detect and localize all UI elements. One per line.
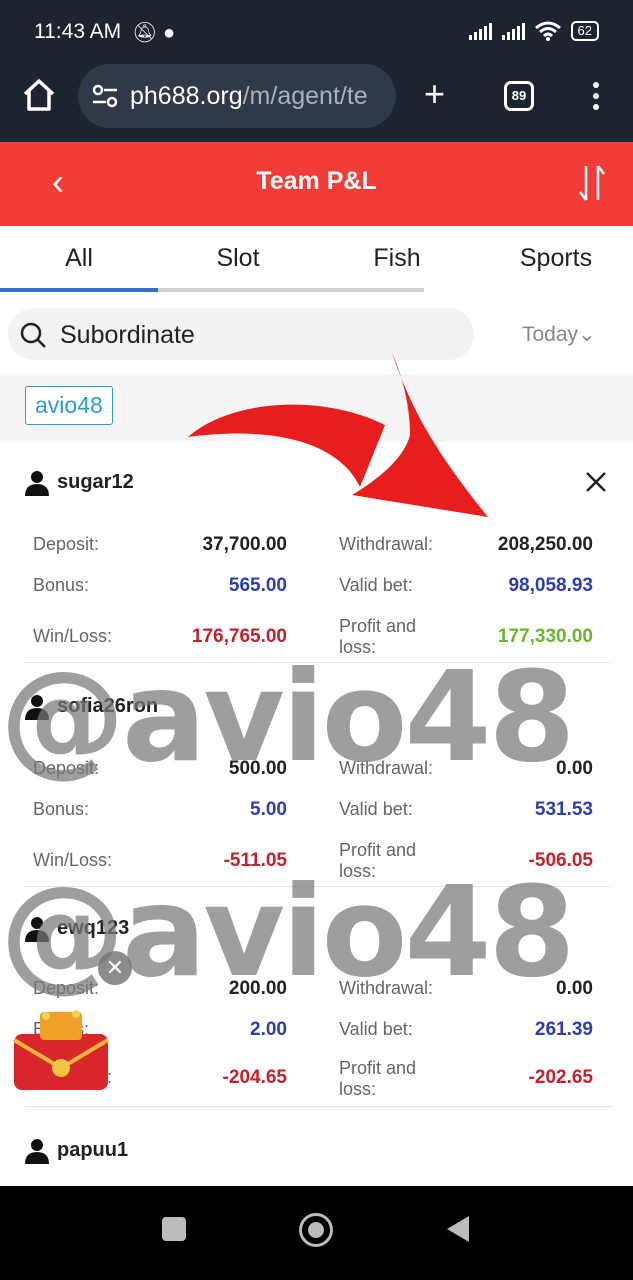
- profit-loss-value: -506.05: [528, 850, 593, 871]
- profit-loss-label: Profit and loss:: [339, 840, 416, 882]
- url-host: ph688.org: [130, 82, 243, 110]
- member-name: ewq123: [57, 917, 130, 939]
- win-loss-value: -511.05: [223, 850, 287, 871]
- search-input[interactable]: Subordinate: [8, 308, 474, 360]
- browser-toolbar: ph688.org/m/agent/te + 89: [0, 62, 633, 142]
- member-name: sugar12: [57, 471, 134, 493]
- bonus-value: 565.00: [228, 575, 287, 596]
- status-time: 11:43 AM: [34, 20, 122, 43]
- date-filter-label: Today: [522, 323, 579, 346]
- withdrawal-value: 0.00: [556, 758, 593, 779]
- user-icon: [25, 471, 49, 496]
- close-icon[interactable]: [584, 470, 608, 494]
- tab-sports[interactable]: Sports: [477, 244, 633, 273]
- profit-loss-label: Profit and loss:: [339, 616, 416, 658]
- win-loss-label: Win/Loss:: [33, 850, 113, 870]
- signal-icon: [468, 22, 492, 40]
- tab-fish[interactable]: Fish: [318, 244, 476, 273]
- withdrawal-label: Withdrawal:: [339, 534, 434, 554]
- profit-loss-label-line1: Profit and: [339, 616, 417, 636]
- profit-loss-value: -202.65: [528, 1067, 593, 1088]
- status-bar: 11:43 AM 🔕︎ ● 62: [0, 0, 633, 62]
- deposit-value: 500.00: [228, 758, 287, 779]
- search-icon: [20, 322, 46, 348]
- wifi-icon: [534, 21, 561, 41]
- address-bar[interactable]: ph688.org/m/agent/te: [78, 64, 396, 128]
- member-card: sugar12 Deposit: 37,700.00 Withdrawal: 2…: [0, 442, 633, 664]
- tab-slot[interactable]: Slot: [159, 244, 317, 273]
- profit-loss-value: 177,330.00: [497, 626, 593, 647]
- withdrawal-label: Withdrawal:: [339, 758, 434, 778]
- valid-bet-value: 531.53: [534, 799, 593, 820]
- back-button-icon[interactable]: [447, 1216, 469, 1242]
- recent-apps-icon[interactable]: [162, 1217, 186, 1241]
- member-name: papuu1: [57, 1139, 129, 1161]
- new-tab-icon[interactable]: +: [424, 76, 445, 112]
- profit-loss-label: Profit and loss:: [339, 1058, 416, 1100]
- status-indicators: 62: [468, 21, 599, 41]
- win-loss-value: -204.65: [222, 1067, 287, 1088]
- user-icon: [25, 917, 49, 942]
- win-loss-label: Win/Loss:: [33, 626, 113, 646]
- profit-loss-label-line2: loss:: [339, 861, 377, 881]
- valid-bet-label: Valid bet:: [339, 1019, 413, 1039]
- member-name: sofia26ron: [57, 695, 159, 717]
- deposit-value: 37,700.00: [202, 534, 287, 555]
- profit-loss-label-line2: loss:: [339, 637, 377, 657]
- signal-icon-2: [501, 22, 525, 40]
- card-divider: [25, 886, 613, 887]
- member-card: sofia26ron Deposit: 500.00 Withdrawal: 0…: [0, 666, 633, 888]
- app-header: ‹ Team P&L: [0, 142, 633, 226]
- chevron-down-icon: ⌄: [578, 323, 596, 346]
- page-title: Team P&L: [256, 167, 377, 195]
- valid-bet-value: 261.39: [534, 1019, 593, 1040]
- search-label: Subordinate: [60, 321, 195, 349]
- member-card: papuu1: [0, 1110, 633, 1186]
- url-path: /m/agent/te: [242, 82, 368, 110]
- bonus-label: Bonus:: [33, 799, 90, 819]
- more-options-icon[interactable]: [593, 82, 601, 115]
- deposit-value: 200.00: [228, 978, 287, 999]
- bonus-value: 5.00: [250, 799, 287, 820]
- deposit-label: Deposit:: [33, 534, 100, 554]
- tab-switcher-icon[interactable]: 89: [504, 81, 534, 111]
- red-envelope-gift-icon[interactable]: [10, 1008, 112, 1094]
- win-loss-value: 176,765.00: [191, 626, 287, 647]
- promo-close-icon[interactable]: ✕: [98, 951, 132, 985]
- valid-bet-value: 98,058.93: [508, 575, 593, 596]
- card-divider: [25, 662, 613, 663]
- profit-loss-label-line1: Profit and: [339, 1058, 417, 1078]
- tab-indicator: [0, 288, 158, 292]
- withdrawal-value: 208,250.00: [497, 534, 593, 555]
- category-tabs: All Slot Fish Sports: [0, 226, 633, 294]
- profit-loss-label-line2: loss:: [339, 1079, 377, 1099]
- valid-bet-label: Valid bet:: [339, 575, 413, 595]
- profit-loss-label-line1: Profit and: [339, 840, 417, 860]
- breadcrumb: avio48: [0, 374, 633, 442]
- sort-icon[interactable]: [578, 164, 606, 202]
- home-icon[interactable]: [22, 78, 56, 112]
- deposit-label: Deposit:: [33, 978, 100, 998]
- url-text: ph688.org/m/agent/te: [130, 82, 388, 111]
- breadcrumb-agent-tag[interactable]: avio48: [25, 386, 113, 425]
- date-filter-select[interactable]: Today⌄: [522, 322, 596, 347]
- card-divider: [25, 1106, 613, 1107]
- battery-icon: 62: [570, 21, 599, 41]
- withdrawal-label: Withdrawal:: [339, 978, 434, 998]
- system-nav-bar: [0, 1186, 633, 1280]
- withdrawal-value: 0.00: [556, 978, 593, 999]
- tab-all[interactable]: All: [0, 244, 158, 273]
- valid-bet-label: Valid bet:: [339, 799, 413, 819]
- site-settings-icon[interactable]: [92, 84, 118, 108]
- user-icon: [25, 695, 49, 720]
- deposit-label: Deposit:: [33, 758, 100, 778]
- mute-icon: 🔕︎ ●: [132, 22, 176, 44]
- bonus-label: Bonus:: [33, 575, 90, 595]
- user-icon: [25, 1139, 49, 1164]
- bonus-value: 2.00: [250, 1019, 287, 1040]
- home-button-icon[interactable]: [299, 1213, 333, 1247]
